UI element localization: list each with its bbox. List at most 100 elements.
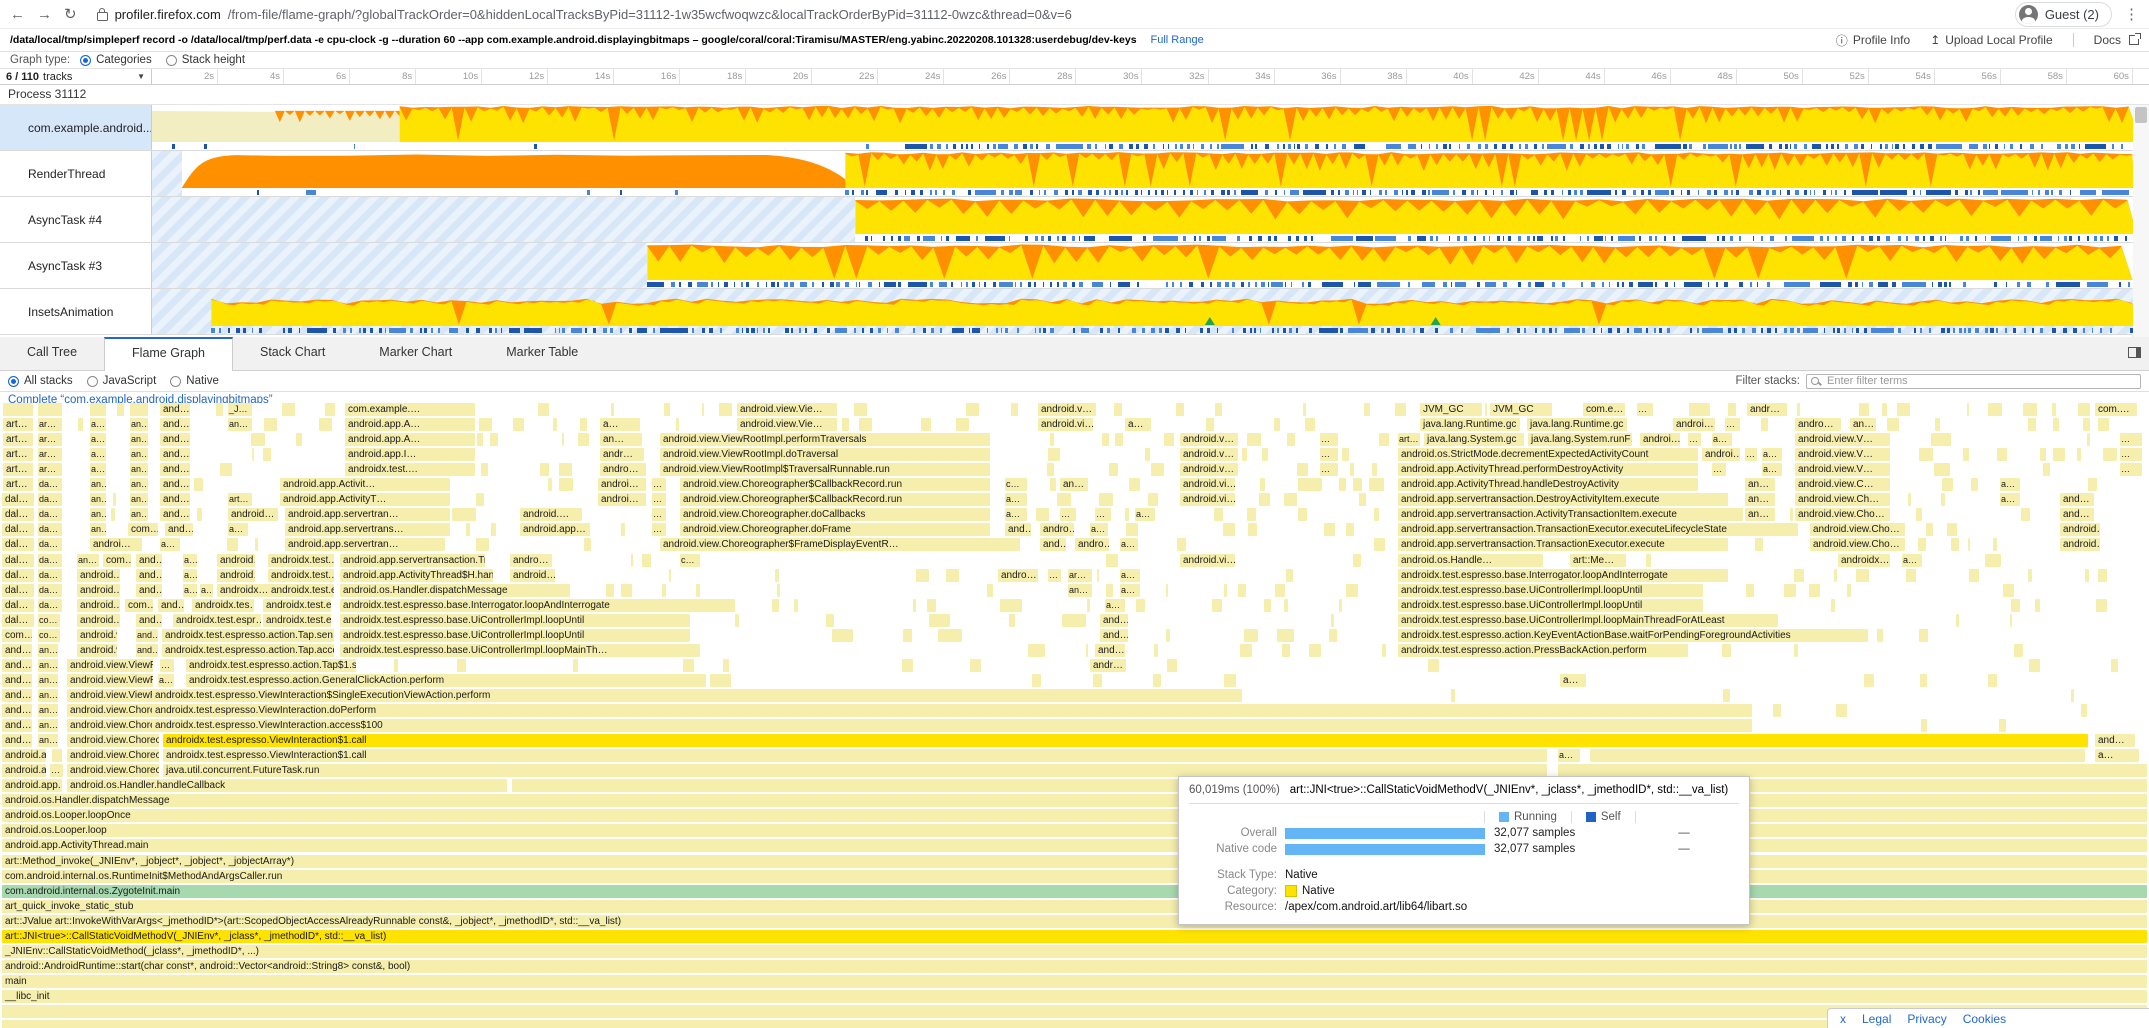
flame-frame[interactable] [1244, 629, 1258, 642]
flame-frame[interactable]: a… [160, 538, 180, 551]
flame-frame[interactable] [1282, 644, 1290, 657]
track-activity-graph[interactable] [152, 243, 2133, 288]
flame-frame[interactable]: an… [228, 418, 252, 431]
flame-frame[interactable] [559, 478, 573, 491]
flame-frame[interactable]: c… [1005, 478, 1027, 491]
flame-frame[interactable] [1048, 448, 1060, 461]
flame-frame[interactable]: a… [1135, 508, 1155, 521]
flame-frame[interactable] [2028, 569, 2032, 582]
flame-frame[interactable] [1956, 614, 1959, 627]
flame-frame[interactable]: android.view.Choreog… [67, 749, 159, 762]
flame-frame[interactable]: an… [130, 418, 148, 431]
flame-frame[interactable] [1240, 644, 1252, 657]
flame-frame[interactable]: and… [2095, 734, 2135, 747]
flame-frame[interactable] [1374, 538, 1385, 551]
flame-frame[interactable]: com.e… [1583, 403, 1625, 416]
flame-frame[interactable] [1908, 493, 1911, 506]
flame-frame[interactable]: a… [1558, 749, 1580, 762]
flame-frame[interactable] [1836, 704, 1847, 717]
flame-frame[interactable] [2071, 689, 2074, 702]
flame-frame[interactable]: android… [2060, 538, 2100, 551]
flame-frame[interactable]: android.view.ViewRo… [67, 674, 153, 687]
flame-frame[interactable] [735, 614, 739, 627]
flame-frame[interactable]: androidx… [217, 584, 269, 597]
flame-frame[interactable]: dal… [2, 584, 34, 597]
flame-frame[interactable] [1794, 569, 1804, 582]
flame-frame[interactable]: com.… [2095, 403, 2137, 416]
flame-frame[interactable] [1215, 403, 1222, 416]
flame-frame[interactable]: art… [3, 418, 33, 431]
profile-info-button[interactable]: ⓘProfile Info [1836, 32, 1910, 49]
flame-frame[interactable] [1963, 448, 1969, 461]
tab-marker-chart[interactable]: Marker Chart [352, 337, 479, 370]
graph-type-categories[interactable]: Categories [80, 54, 152, 66]
flame-frame[interactable] [1036, 508, 1049, 521]
stack-type-native[interactable]: Native [170, 375, 219, 387]
flame-frame[interactable] [631, 554, 633, 567]
flame-frame[interactable]: dal… [2, 599, 34, 612]
flame-frame[interactable]: android.app.I… [345, 448, 475, 461]
flame-frame[interactable]: an… [1745, 508, 1775, 521]
flame-frame[interactable] [1831, 599, 1835, 612]
flame-frame[interactable]: … [50, 764, 63, 777]
footer-link-legal[interactable]: Legal [1862, 1012, 1891, 1026]
flame-frame[interactable]: com.android.internal.os.RuntimeInit$Meth… [2, 870, 2147, 883]
flame-frame[interactable] [1834, 569, 1837, 582]
flame-frame[interactable] [826, 614, 834, 627]
flame-frame[interactable] [676, 418, 679, 431]
flame-frame[interactable]: andro… [600, 463, 646, 476]
flame-frame[interactable] [921, 418, 931, 431]
flame-frame[interactable]: and… [136, 569, 162, 582]
flame-frame[interactable]: androidx.test.espresso.base.UiController… [1398, 584, 1703, 597]
flame-frame[interactable]: java.lang.System.gc [1424, 433, 1524, 446]
flame-frame[interactable]: a… [1120, 569, 1140, 582]
flame-frame[interactable]: art::JValue art::InvokeWithVarArgs<_jmet… [2, 915, 2147, 928]
flame-frame[interactable]: android.view.Choreographer.doCallbacks [680, 508, 990, 521]
flame-frame[interactable]: android.v… [1180, 448, 1238, 461]
flame-frame[interactable] [696, 584, 700, 597]
flame-frame[interactable] [1847, 584, 1851, 597]
flame-frame[interactable]: android.view.V… [1795, 433, 1890, 446]
flame-frame[interactable]: android.app.ActivityThread.handleDestroy… [1398, 478, 1698, 491]
flame-frame[interactable] [1951, 538, 1959, 551]
flame-frame[interactable] [1284, 493, 1297, 506]
flame-frame[interactable]: and… [2, 644, 32, 657]
flame-frame[interactable] [2035, 599, 2040, 612]
flame-frame[interactable]: android.os.StrictMode.decrementExpectedA… [1398, 448, 1698, 461]
flame-frame[interactable]: and… [1095, 644, 1125, 657]
flame-frame[interactable] [1126, 523, 1138, 536]
flame-frame[interactable]: androidx.test.es… [263, 614, 331, 627]
flame-frame[interactable] [854, 403, 867, 416]
flame-frame[interactable] [1106, 554, 1118, 567]
flame-frame[interactable]: android.view.Vie… [737, 403, 837, 416]
flame-frame[interactable]: and… [136, 629, 158, 642]
flame-frame[interactable]: and… [2060, 508, 2094, 521]
flame-frame[interactable] [194, 478, 203, 491]
flame-frame[interactable] [1968, 538, 1970, 551]
flame-frame[interactable]: and… [160, 403, 190, 416]
flame-frame[interactable] [1722, 644, 1731, 657]
flame-frame[interactable]: android… [228, 508, 278, 521]
stack-type-javascript[interactable]: JavaScript [87, 375, 157, 387]
flame-frame[interactable]: an… [90, 478, 106, 491]
flame-frame[interactable] [1689, 403, 1710, 416]
flame-frame[interactable]: androidx.test.espresso.ViewInteraction$1… [163, 734, 2088, 747]
flame-frame[interactable] [538, 403, 549, 416]
flame-frame[interactable] [1284, 599, 1288, 612]
flame-frame[interactable] [264, 418, 277, 431]
flame-frame[interactable]: android.vi… [1180, 493, 1235, 506]
flame-frame[interactable] [1102, 433, 1109, 446]
flame-frame[interactable] [2021, 508, 2030, 521]
flame-frame[interactable] [1166, 629, 1170, 642]
flame-frame[interactable]: android.… [77, 569, 120, 582]
flame-frame[interactable]: art… [3, 478, 33, 491]
flame-frame[interactable] [1353, 554, 1361, 567]
flame-frame[interactable] [476, 493, 484, 506]
flame-frame[interactable] [52, 749, 62, 762]
flame-frame[interactable]: a… [1005, 508, 1027, 521]
flame-frame[interactable]: and… [2, 734, 32, 747]
flame-frame[interactable]: java.lang.Runtime.gc [1420, 418, 1520, 431]
flame-frame[interactable]: art::JNI<true>::CallStaticVoidMethodV(_J… [2, 930, 2147, 943]
flame-frame[interactable] [1339, 478, 1346, 491]
flame-frame[interactable] [457, 659, 466, 672]
